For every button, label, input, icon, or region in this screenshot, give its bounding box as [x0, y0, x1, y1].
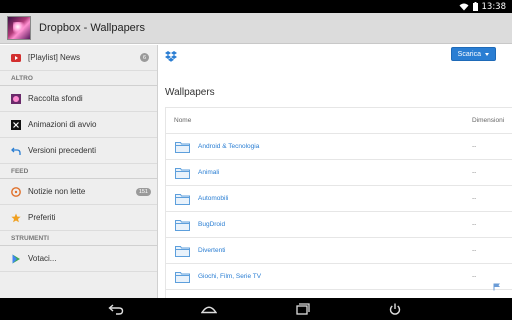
folder-name-link[interactable]: Animali	[198, 169, 219, 176]
screen: 13:38 Dropbox - Wallpapers [Playlist] Ne…	[0, 0, 512, 320]
battery-icon	[472, 2, 478, 11]
folder-icon	[175, 142, 190, 153]
folder-size: --	[472, 169, 477, 176]
wifi-icon	[459, 3, 468, 10]
back-icon	[108, 304, 124, 315]
folder-size: --	[472, 143, 477, 150]
dropbox-icon[interactable]	[165, 50, 177, 62]
content-toolbar: Scarica	[159, 45, 512, 67]
rss-icon	[11, 186, 21, 197]
star-icon	[11, 213, 21, 223]
column-header-name[interactable]: Nome	[174, 117, 191, 124]
folder-name-link[interactable]: Android & Tecnologia	[198, 143, 259, 150]
drawer-item-label: Notizie non lette	[28, 187, 86, 196]
folder-size: --	[472, 247, 477, 254]
home-button[interactable]	[201, 301, 217, 317]
recent-apps-icon	[296, 303, 310, 315]
folder-name-link[interactable]: Giochi, Film, Serie TV	[198, 273, 261, 280]
folder-size: --	[472, 221, 477, 228]
column-header-size[interactable]: Dimensioni	[472, 117, 504, 124]
section-header-strumenti: STRUMENTI	[0, 231, 157, 246]
drawer-item-label: Raccolta sfondi	[28, 94, 83, 103]
boot-animation-icon	[11, 119, 21, 130]
flag-icon[interactable]	[493, 283, 501, 291]
drawer-item-label: Votaci...	[28, 254, 57, 263]
section-header-altro: ALTRO	[0, 71, 157, 86]
folder-name-link[interactable]: BugDroid	[198, 221, 225, 228]
status-time: 13:38	[481, 1, 507, 12]
file-table: Nome Dimensioni Android & Tecnologia -- …	[165, 107, 512, 298]
app-title: Dropbox - Wallpapers	[39, 22, 145, 34]
section-header-feed: FEED	[0, 164, 157, 179]
drawer-item-playlist-news[interactable]: [Playlist] News 6	[0, 45, 157, 71]
table-header: Nome Dimensioni	[166, 108, 512, 134]
drawer-item-label: Preferiti	[28, 213, 56, 222]
power-icon	[389, 303, 401, 315]
power-button[interactable]	[387, 301, 403, 317]
action-bar: Dropbox - Wallpapers	[0, 13, 512, 44]
caret-down-icon	[485, 52, 489, 56]
back-button[interactable]	[108, 301, 124, 317]
download-button[interactable]: Scarica	[450, 47, 496, 61]
drawer-item-notizie-non-lette[interactable]: Notizie non lette 151	[0, 179, 157, 205]
table-row[interactable]: Giochi, Film, Serie TV --	[166, 264, 512, 290]
folder-size: --	[472, 195, 477, 202]
folder-name-link[interactable]: Divertenti	[198, 247, 225, 254]
navigation-drawer: [Playlist] News 6 ALTRO Raccolta sfondi …	[0, 45, 158, 298]
table-row[interactable]: Divertenti --	[166, 238, 512, 264]
table-row[interactable]: Automobili --	[166, 186, 512, 212]
status-icons: 13:38	[459, 0, 507, 13]
drawer-item-raccolta-sfondi[interactable]: Raccolta sfondi	[0, 86, 157, 112]
count-badge: 6	[140, 53, 149, 62]
download-button-label: Scarica	[457, 50, 481, 58]
recent-apps-button[interactable]	[295, 301, 311, 317]
drawer-item-versioni-precedenti[interactable]: Versioni precedenti	[0, 138, 157, 164]
drawer-item-preferiti[interactable]: Preferiti	[0, 205, 157, 231]
count-badge: 151	[135, 187, 151, 196]
drawer-item-animazioni-di-avvio[interactable]: Animazioni di avvio	[0, 112, 157, 138]
play-store-icon	[11, 254, 21, 264]
folder-icon	[175, 194, 190, 205]
status-bar: 13:38	[0, 0, 512, 13]
folder-size: --	[472, 273, 477, 280]
folder-name-link[interactable]: Automobili	[198, 195, 228, 202]
drawer-item-label: Animazioni di avvio	[28, 120, 97, 129]
folder-icon	[175, 246, 190, 257]
undo-icon	[11, 146, 21, 156]
home-icon	[201, 306, 217, 314]
drawer-item-votaci[interactable]: Votaci...	[0, 246, 157, 272]
folder-icon	[175, 168, 190, 179]
folder-title: Wallpapers	[165, 87, 215, 98]
table-row[interactable]: BugDroid --	[166, 212, 512, 238]
table-row[interactable]: Animali --	[166, 160, 512, 186]
wallpaper-icon	[11, 93, 21, 104]
system-nav-bar	[0, 298, 512, 320]
folder-icon	[175, 220, 190, 231]
youtube-icon	[11, 53, 21, 63]
folder-icon	[175, 272, 190, 283]
table-row[interactable]: Android & Tecnologia --	[166, 134, 512, 160]
main-content: Scarica Wallpapers Nome Dimensioni Andro…	[159, 45, 512, 298]
drawer-item-label: Versioni precedenti	[28, 146, 97, 155]
drawer-item-label: [Playlist] News	[28, 53, 81, 62]
app-icon[interactable]	[7, 16, 31, 40]
table-row-partial[interactable]	[166, 290, 512, 298]
